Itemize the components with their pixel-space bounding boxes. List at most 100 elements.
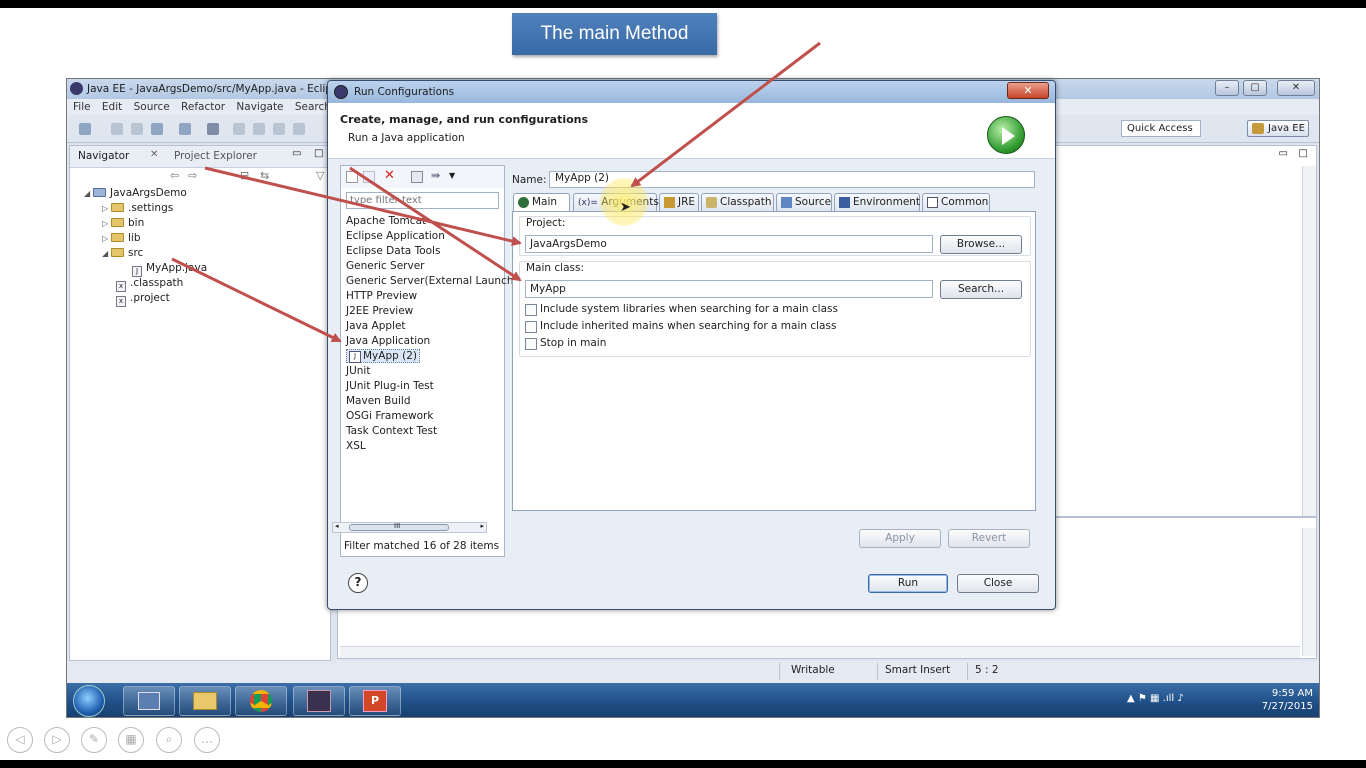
editor-scrollbar[interactable] xyxy=(1302,166,1316,516)
main-class-input[interactable]: MyApp xyxy=(525,280,933,298)
tree-item-classpath[interactable]: x .classpath xyxy=(116,277,183,292)
previous-slide-icon[interactable]: ◁ xyxy=(7,727,33,753)
run-button[interactable]: Run xyxy=(868,574,948,593)
tab-classpath[interactable]: Classpath xyxy=(701,193,774,212)
config-java-application[interactable]: Java Application xyxy=(346,335,430,347)
terminate-icon[interactable] xyxy=(273,123,285,135)
skip-breakpoints-icon[interactable] xyxy=(207,123,219,135)
tab-main[interactable]: Main xyxy=(513,193,570,213)
include-system-libraries-checkbox[interactable]: Include system libraries when searching … xyxy=(525,303,838,316)
quick-access-input[interactable]: Quick Access xyxy=(1121,120,1201,137)
resume-icon[interactable] xyxy=(233,123,245,135)
config-junit[interactable]: JUnit xyxy=(346,365,370,377)
browse-button[interactable]: Browse... xyxy=(940,235,1022,254)
close-window-button[interactable]: ✕ xyxy=(1277,80,1315,96)
include-inherited-mains-checkbox[interactable]: Include inherited mains when searching f… xyxy=(525,320,836,333)
config-http-preview[interactable]: HTTP Preview xyxy=(346,290,417,302)
taskbar-powerpoint-icon[interactable]: P xyxy=(349,686,401,716)
collapse-all-icon[interactable] xyxy=(411,171,423,183)
config-java-applet[interactable]: Java Applet xyxy=(346,320,406,332)
save-all-icon[interactable] xyxy=(131,123,143,135)
duplicate-config-icon[interactable] xyxy=(363,171,375,183)
minimize-button[interactable]: – xyxy=(1215,80,1239,96)
help-icon[interactable]: ? xyxy=(348,573,368,593)
tree-item-project[interactable]: ◢ JavaArgsDemo xyxy=(84,187,187,199)
apply-button[interactable]: Apply xyxy=(859,529,941,548)
pen-icon[interactable]: ✎ xyxy=(81,727,107,753)
tree-item-src[interactable]: ◢ src xyxy=(102,247,143,259)
config-generic-server-external[interactable]: Generic Server(External Launch) xyxy=(346,275,518,287)
start-button[interactable] xyxy=(73,685,105,717)
system-clock[interactable]: 9:59 AM 7/27/2015 xyxy=(1262,687,1313,713)
menu-file[interactable]: File xyxy=(73,101,91,113)
config-generic-server[interactable]: Generic Server xyxy=(346,260,425,272)
print-icon[interactable] xyxy=(151,123,163,135)
tab-jre[interactable]: JRE xyxy=(659,193,699,212)
config-eclipse-application[interactable]: Eclipse Application xyxy=(346,230,445,242)
scroll-right-icon[interactable]: ▸ xyxy=(480,522,484,530)
tree-item-settings[interactable]: ▷ .settings xyxy=(102,202,173,214)
zoom-icon[interactable]: ⌕ xyxy=(156,727,182,753)
tree-item-project-file[interactable]: x .project xyxy=(116,292,170,307)
search-button[interactable]: Search... xyxy=(940,280,1022,299)
config-apache-tomcat[interactable]: Apache Tomcat xyxy=(346,215,426,227)
java-ee-perspective-button[interactable]: Java EE xyxy=(1247,120,1309,137)
save-icon[interactable] xyxy=(111,123,123,135)
tab-navigator[interactable]: Navigator xyxy=(78,150,129,162)
new-icon[interactable] xyxy=(79,123,91,135)
link-editor-icon[interactable]: ⇆ xyxy=(260,169,269,182)
taskbar-chrome-icon[interactable] xyxy=(235,686,287,716)
minimize-editor-icon[interactable]: ▭ xyxy=(1279,148,1288,159)
tree-item-lib[interactable]: ▷ lib xyxy=(102,232,141,244)
tab-environment[interactable]: Environment xyxy=(834,193,920,212)
tree-item-bin[interactable]: ▷ bin xyxy=(102,217,144,229)
delete-config-icon[interactable]: ✕ xyxy=(384,169,396,183)
config-j2ee-preview[interactable]: J2EE Preview xyxy=(346,305,413,317)
menu-search[interactable]: Search xyxy=(295,101,331,113)
disconnect-icon[interactable] xyxy=(293,123,305,135)
maximize-editor-icon[interactable]: □ xyxy=(1299,148,1308,159)
next-slide-icon[interactable]: ▷ xyxy=(44,727,70,753)
scroll-left-icon[interactable]: ◂ xyxy=(335,522,339,530)
menu-source[interactable]: Source xyxy=(134,101,170,113)
forward-arrow-icon[interactable]: ⇨ xyxy=(188,169,197,182)
taskbar-explorer-icon[interactable] xyxy=(179,686,231,716)
filter-input[interactable] xyxy=(346,192,499,209)
view-menu-icon[interactable]: ▽ xyxy=(316,169,324,182)
minimize-view-icon[interactable]: ▭ xyxy=(292,148,301,159)
back-arrow-icon[interactable]: ⇦ xyxy=(170,169,179,182)
console-scrollbar[interactable] xyxy=(1302,528,1316,656)
filter-dropdown-icon[interactable]: ▼ xyxy=(449,171,461,183)
config-osgi-framework[interactable]: OSGi Framework xyxy=(346,410,433,422)
revert-button[interactable]: Revert xyxy=(948,529,1030,548)
menu-refactor[interactable]: Refactor xyxy=(181,101,225,113)
config-junit-plugin-test[interactable]: JUnit Plug-in Test xyxy=(346,380,434,392)
config-xsl[interactable]: XSL xyxy=(346,440,366,452)
debug-binary-icon[interactable] xyxy=(179,123,191,135)
console-hscrollbar[interactable] xyxy=(340,646,1300,658)
menu-edit[interactable]: Edit xyxy=(102,101,122,113)
taskbar-javaee-icon[interactable] xyxy=(293,686,345,716)
collapse-all-icon[interactable]: ⊟ xyxy=(240,169,249,182)
tab-source[interactable]: Source xyxy=(776,193,832,212)
slides-icon[interactable]: ▦ xyxy=(118,727,144,753)
menu-navigate[interactable]: Navigate xyxy=(236,101,283,113)
maximize-view-icon[interactable]: □ xyxy=(314,148,323,159)
config-eclipse-data-tools[interactable]: Eclipse Data Tools xyxy=(346,245,440,257)
tray-icons[interactable]: ▲ ⚑ ▦ .ıll ♪ xyxy=(1127,693,1184,704)
filter-icon[interactable]: ⇛ xyxy=(431,170,443,183)
close-view-icon[interactable]: ✕ xyxy=(150,149,158,160)
config-task-context-test[interactable]: Task Context Test xyxy=(346,425,437,437)
suspend-icon[interactable] xyxy=(253,123,265,135)
tree-item-myapp-java[interactable]: J MyApp.java xyxy=(132,262,207,277)
maximize-button[interactable]: ▢ xyxy=(1243,80,1267,96)
dialog-close-button[interactable]: ✕ xyxy=(1007,82,1049,99)
tab-project-explorer[interactable]: Project Explorer xyxy=(174,150,257,162)
config-myapp-2[interactable]: MyApp (2) xyxy=(346,349,420,363)
project-input[interactable]: JavaArgsDemo xyxy=(525,235,933,253)
scrollbar-thumb[interactable]: III xyxy=(349,522,449,531)
close-button[interactable]: Close xyxy=(957,574,1039,593)
configuration-list-scrollbar[interactable]: ◂ III ▸ xyxy=(332,522,487,533)
more-options-icon[interactable]: … xyxy=(194,727,220,753)
tab-common[interactable]: Common xyxy=(922,193,990,212)
